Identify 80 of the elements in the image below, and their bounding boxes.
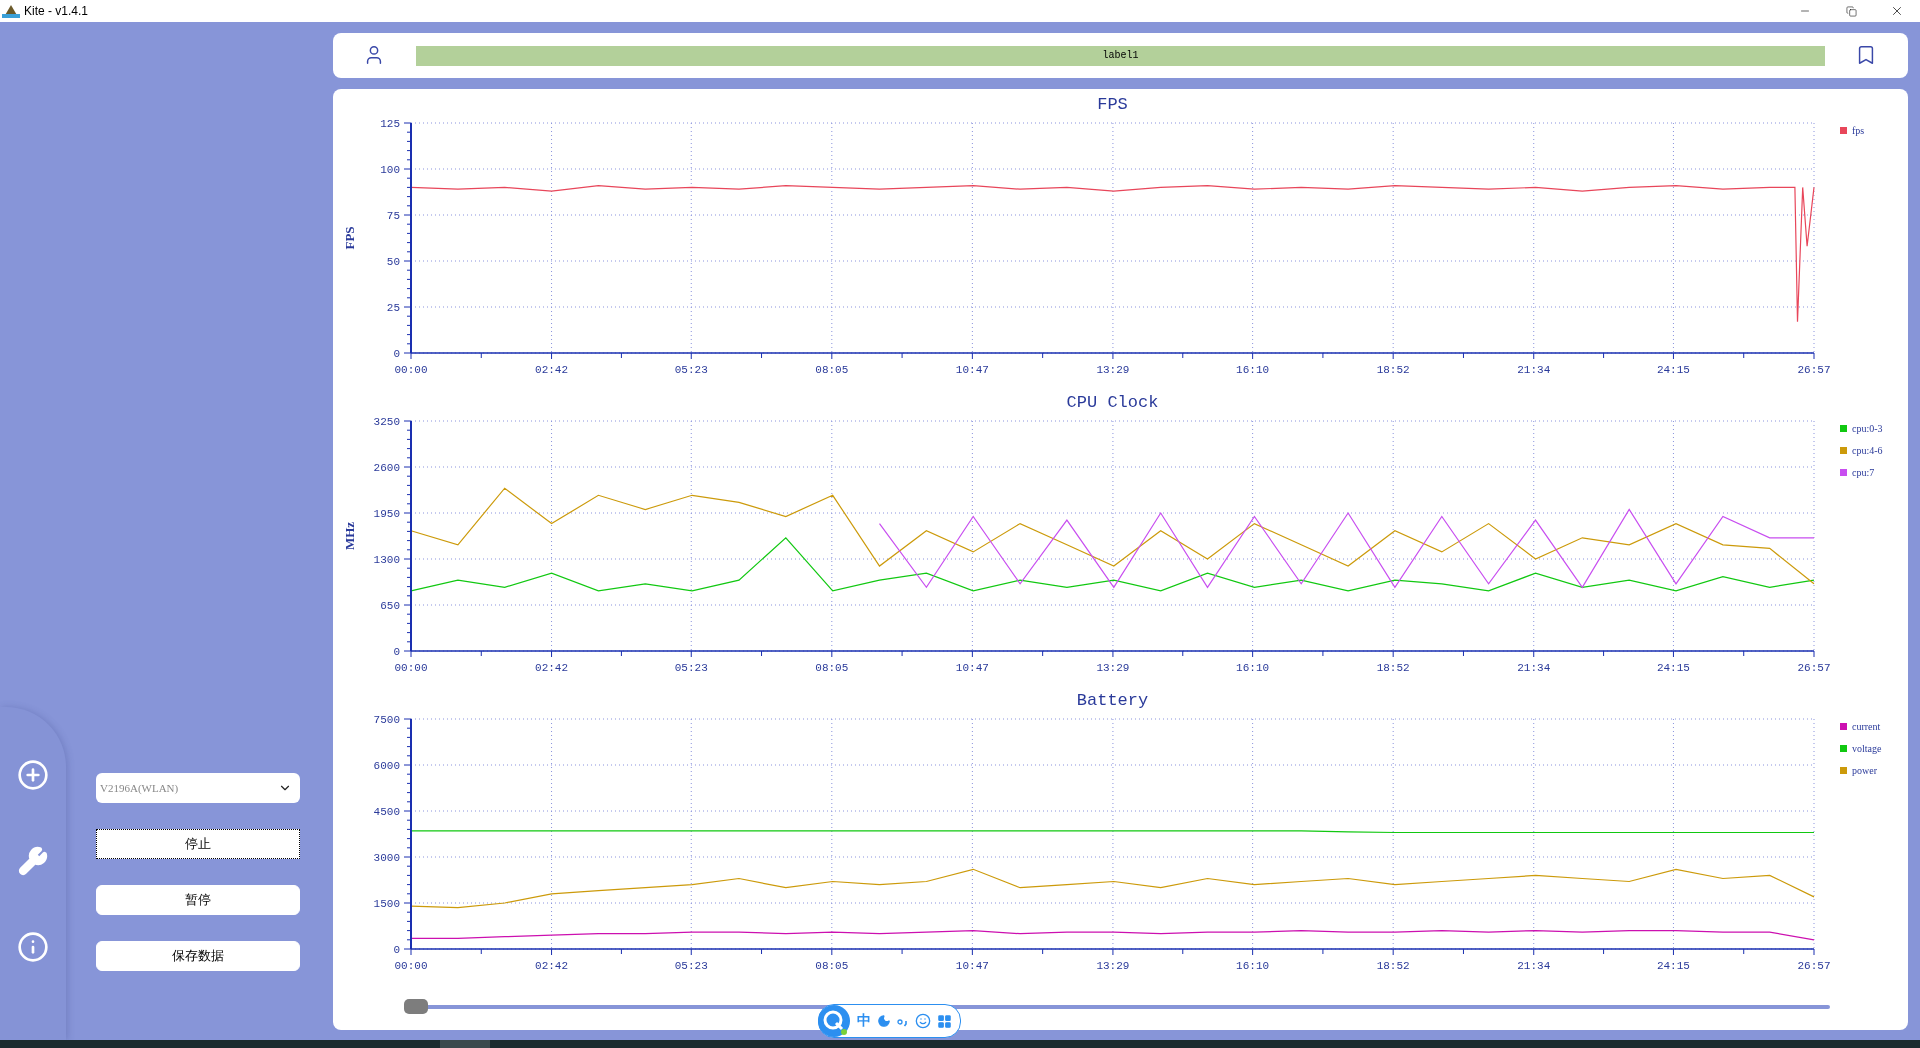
- legend-label: power: [1852, 765, 1877, 776]
- emoji-icon[interactable]: [915, 1013, 931, 1029]
- range-slider[interactable]: [404, 999, 1830, 1014]
- add-icon[interactable]: [15, 757, 51, 793]
- tick-label: 4500: [373, 806, 400, 818]
- tick-label: 13:29: [1096, 662, 1130, 674]
- tick-label: 21:34: [1517, 364, 1551, 376]
- legend-label: cpu:7: [1852, 467, 1875, 478]
- tick-label: 18:52: [1376, 960, 1410, 972]
- tick-label: 10:47: [955, 364, 989, 376]
- app-icon: [2, 3, 20, 19]
- legend-label: fps: [1852, 125, 1865, 136]
- tick-label: 24:15: [1656, 364, 1690, 376]
- legend-label: voltage: [1852, 743, 1882, 754]
- chart-title: FPS: [1097, 95, 1128, 114]
- axis-label: MHz: [342, 521, 357, 551]
- tick-label: 13:29: [1096, 960, 1130, 972]
- moon-icon[interactable]: [877, 1014, 891, 1028]
- tick-label: 1300: [373, 554, 400, 566]
- legend-label: current: [1852, 721, 1881, 732]
- device-dropdown[interactable]: V2196A(WLAN): [96, 773, 300, 803]
- legend-label: cpu:4-6: [1852, 445, 1883, 456]
- tick-label: 02:42: [535, 662, 569, 674]
- action-button[interactable]: 保存数据: [96, 941, 300, 971]
- tick-label: 0: [393, 646, 400, 658]
- tick-label: 24:15: [1656, 960, 1690, 972]
- tick-label: 10:47: [955, 960, 989, 972]
- tick-label: 3000: [373, 852, 400, 864]
- tick-label: 0: [393, 944, 400, 956]
- tick-label: 2600: [373, 462, 400, 474]
- tick-label: 3250: [373, 416, 400, 428]
- tick-label: 05:23: [674, 364, 708, 376]
- action-button[interactable]: 停止: [96, 829, 300, 859]
- tick-label: 21:34: [1517, 662, 1551, 674]
- tick-label: 125: [380, 118, 400, 130]
- tick-label: 24:15: [1656, 662, 1690, 674]
- tick-label: 21:34: [1517, 960, 1551, 972]
- tick-label: 05:23: [674, 662, 708, 674]
- label-bar: label1: [416, 45, 1825, 66]
- chart-title: Battery: [1076, 691, 1149, 710]
- tick-label: 00:00: [394, 662, 428, 674]
- tick-label: 50: [386, 256, 400, 268]
- slider-handle[interactable]: [404, 999, 428, 1014]
- restore-icon[interactable]: [1845, 5, 1857, 17]
- tick-label: 25: [386, 302, 400, 314]
- tick-label: 02:42: [535, 960, 569, 972]
- tick-label: 16:10: [1236, 662, 1270, 674]
- tick-label: 75: [386, 210, 400, 222]
- tick-label: 02:42: [535, 364, 569, 376]
- tick-label: 1950: [373, 508, 400, 520]
- axis-label: FPS: [342, 226, 357, 250]
- tick-label: 05:23: [674, 960, 708, 972]
- tick-label: 26:57: [1797, 960, 1831, 972]
- tick-label: 100: [380, 164, 400, 176]
- tick-label: 16:10: [1236, 364, 1270, 376]
- tick-label: 650: [380, 600, 400, 612]
- tick-label: 10:47: [955, 662, 989, 674]
- tick-label: 1500: [373, 898, 400, 910]
- tick-label: 7500: [373, 714, 400, 726]
- window-title: Kite - v1.4.1: [24, 4, 90, 18]
- tick-label: 00:00: [394, 364, 428, 376]
- close-icon[interactable]: [1890, 4, 1904, 18]
- tick-label: 16:10: [1236, 960, 1270, 972]
- legend-label: cpu:0-3: [1852, 423, 1883, 434]
- tick-label: 26:57: [1797, 662, 1831, 674]
- action-button[interactable]: 暂停: [96, 885, 300, 915]
- tick-label: 18:52: [1376, 662, 1410, 674]
- tick-label: 26:57: [1797, 364, 1831, 376]
- tick-label: 08:05: [815, 662, 849, 674]
- ime-logo-icon[interactable]: [817, 1004, 851, 1038]
- tick-label: 6000: [373, 760, 400, 772]
- chart-title: CPU Clock: [1066, 393, 1159, 412]
- tick-label: 08:05: [815, 960, 849, 972]
- tick-label: 00:00: [394, 960, 428, 972]
- grid-icon[interactable]: [937, 1013, 952, 1029]
- info-icon[interactable]: [15, 929, 51, 965]
- tick-label: 13:29: [1096, 364, 1130, 376]
- tick-label: 08:05: [815, 364, 849, 376]
- tick-label: 18:52: [1376, 364, 1410, 376]
- tick-label: 0: [393, 348, 400, 360]
